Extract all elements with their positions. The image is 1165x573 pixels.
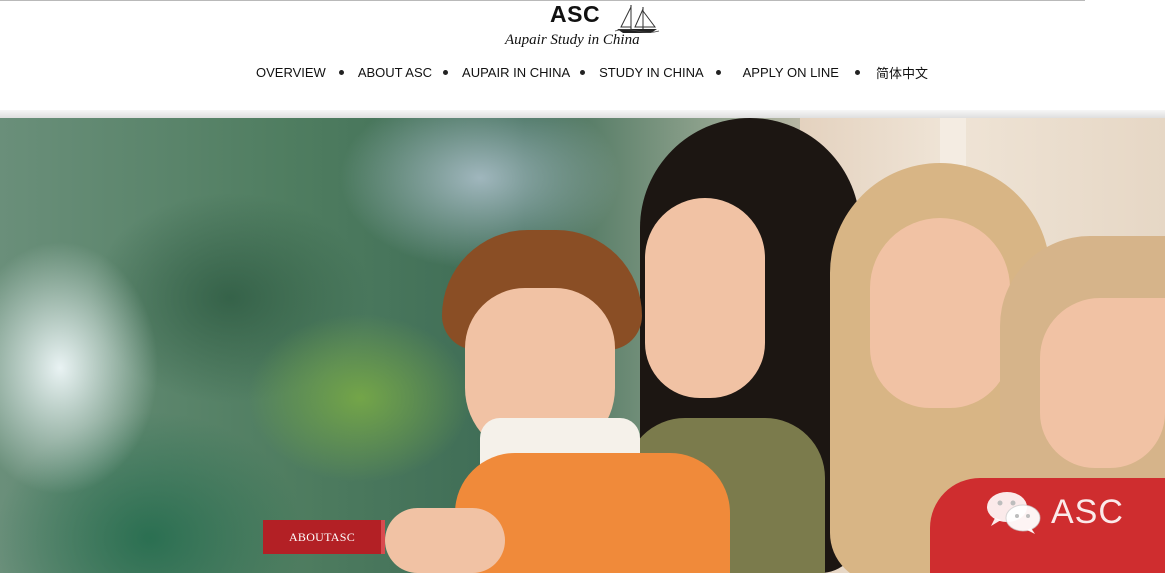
- nav-item-chinese-language[interactable]: 简体中文: [876, 63, 928, 82]
- logo-tagline: Aupair Study in China: [505, 32, 640, 48]
- wechat-watermark: ASC: [985, 490, 1124, 534]
- watermark-label: ASC: [1051, 492, 1124, 531]
- sailboat-icon: [614, 5, 660, 33]
- nav-item-overview[interactable]: OVERVIEW: [256, 65, 326, 80]
- wechat-icon: [987, 492, 1041, 534]
- nav-separator: [338, 69, 344, 75]
- nav-separator: [854, 69, 860, 75]
- nav-separator: [443, 69, 449, 75]
- logo-wordmark: ASC: [550, 1, 601, 27]
- nav-item-apply-online[interactable]: APPLY ON LINE: [743, 65, 839, 80]
- main-nav: OVERVIEW ABOUT ASC AUPAIR IN CHINA STUDY…: [256, 63, 928, 81]
- nav-item-study-in-china[interactable]: STUDY IN CHINA: [599, 65, 704, 80]
- nav-item-about-asc[interactable]: ABOUT ASC: [358, 65, 432, 80]
- nav-separator: [715, 69, 721, 75]
- nav-item-aupair-in-china[interactable]: AUPAIR IN CHINA: [462, 65, 570, 80]
- about-asc-button[interactable]: ABOUTASC: [263, 520, 381, 554]
- nav-separator: [580, 69, 586, 75]
- site-logo[interactable]: ASC Aupair Study in China: [505, 0, 665, 52]
